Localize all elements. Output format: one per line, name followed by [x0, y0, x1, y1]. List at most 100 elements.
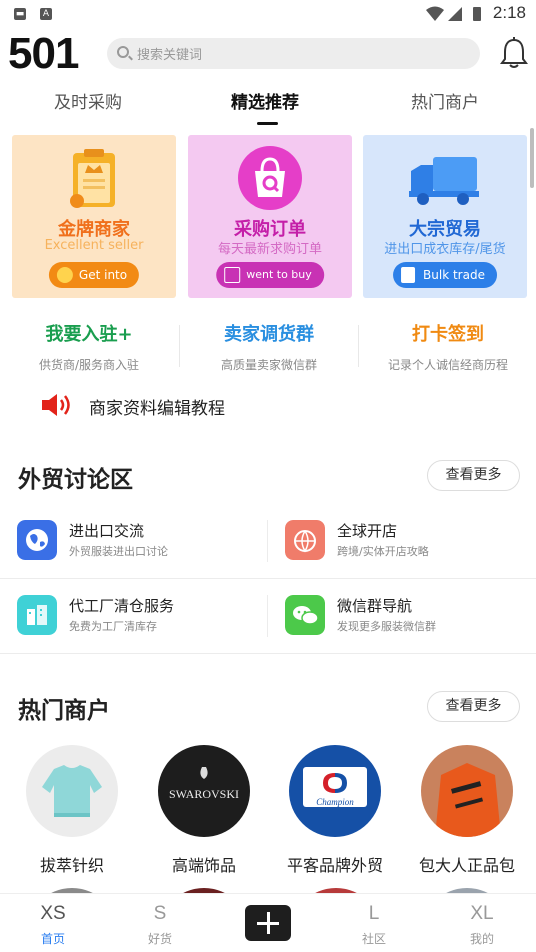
status-bar: ▬ A 2:18: [0, 0, 536, 28]
bulk-trade-button[interactable]: Bulk trade: [393, 262, 497, 288]
add-post-button[interactable]: [245, 905, 291, 941]
merchants-section-title: 热门商户: [18, 698, 110, 724]
search-icon: [117, 46, 129, 58]
banner-subtitle: 每天最新求购订单: [217, 242, 322, 257]
nav-label: 好货: [147, 932, 172, 946]
merchant-item[interactable]: 包大人正品包: [412, 745, 522, 876]
forum-more-button[interactable]: 查看更多: [427, 460, 520, 491]
merchant-avatar: [421, 745, 513, 837]
shopping-bag-icon: [238, 146, 302, 210]
tab-featured[interactable]: 精选推荐: [231, 88, 299, 113]
nav-abbr: S: [153, 903, 167, 924]
truck-icon: [409, 157, 479, 205]
notice-bar[interactable]: 商家资料编辑教程: [40, 392, 225, 419]
search-placeholder: 搜索关键词: [137, 48, 203, 63]
banner-subtitle: 进出口成衣库存/尾货: [384, 242, 506, 257]
get-into-button[interactable]: Get into: [48, 262, 140, 288]
merchant-name: 包大人正品包: [418, 856, 515, 875]
quick-title: 卖家调货群: [224, 324, 314, 345]
forum-item-subtitle: 免费为工厂清库存: [69, 620, 157, 633]
globe-icon: [17, 520, 57, 560]
app-logo: 501: [8, 29, 79, 78]
forum-item-title: 进出口交流: [69, 522, 145, 540]
forum-item-title: 代工厂清仓服务: [69, 597, 175, 615]
banner-purchase-order[interactable]: 采购订单 每天最新求购订单 went to buy: [188, 135, 352, 298]
nav-community[interactable]: L 社区: [344, 902, 404, 947]
forum-item-subtitle: 发现更多服装微信群: [337, 620, 436, 633]
merchant-item[interactable]: Champion 平客品牌外贸: [280, 745, 390, 876]
building-icon: [401, 267, 416, 283]
battery-icon: [473, 7, 481, 21]
globe-shop-icon: [285, 520, 325, 560]
nav-label: 首页: [40, 932, 65, 946]
signal-icon: [448, 7, 462, 21]
merchant-name: 平客品牌外贸: [286, 856, 383, 875]
divider: [0, 653, 536, 654]
tab-instant-purchase[interactable]: 及时采购: [54, 88, 122, 113]
font-icon: A: [40, 8, 52, 20]
nav-mine[interactable]: XL 我的: [452, 902, 512, 947]
wifi-icon: [426, 6, 444, 21]
forum-item-title: 全球开店: [337, 522, 398, 540]
check-in-link[interactable]: 打卡签到 记录个人诚信经商历程: [363, 320, 533, 373]
forum-item-title: 微信群导航: [337, 597, 413, 615]
quick-title: 打卡签到: [412, 324, 484, 345]
clipboard-crown-icon: [70, 149, 115, 208]
divider: [0, 578, 536, 579]
divider: [267, 595, 268, 637]
factory-icon: [17, 595, 57, 635]
banner-subtitle: Excellent seller: [44, 238, 144, 253]
merchant-item[interactable]: SWAROVSKI 高端饰品: [149, 745, 259, 876]
banner-gold-merchant[interactable]: 金牌商家 Excellent seller Get into: [12, 135, 176, 298]
merchant-name: 拔萃针织: [39, 856, 104, 875]
logo-text: Champion: [316, 797, 354, 807]
tab-bar: 及时采购 精选推荐 热门商户: [0, 88, 536, 122]
champion-logo: [303, 767, 367, 807]
nav-abbr: XL: [470, 903, 494, 924]
wechat-icon: [285, 595, 325, 635]
notification-icon: ▬: [14, 8, 26, 20]
tab-indicator: [257, 122, 278, 125]
quick-title: 我要入驻+: [45, 324, 133, 345]
seller-group-link[interactable]: 卖家调货群 高质量卖家微信群: [184, 320, 354, 373]
quick-subtitle: 高质量卖家微信群: [220, 358, 317, 372]
merchant-name: 高端饰品: [171, 856, 236, 875]
bell-icon[interactable]: [498, 36, 530, 70]
banner-bulk-trade[interactable]: 大宗贸易 进出口成衣库存/尾货 Bulk trade: [363, 135, 527, 298]
divider: [179, 325, 180, 367]
nav-home[interactable]: XS 首页: [23, 902, 83, 947]
merchant-avatar: [26, 745, 118, 837]
coin-icon: [56, 267, 73, 283]
forum-item-subtitle: 外贸服装进出口讨论: [69, 545, 168, 558]
button-label: went to buy: [246, 268, 312, 281]
bottom-nav: XS 首页 S 好货 L 社区 XL 我的: [0, 893, 536, 952]
merchant-item[interactable]: 拔萃针织: [17, 745, 127, 876]
divider: [358, 325, 359, 367]
button-label: Get into: [78, 268, 128, 282]
nav-abbr: L: [368, 903, 380, 924]
notice-text: 商家资料编辑教程: [89, 399, 225, 419]
forum-item-subtitle: 跨境/实体开店攻略: [337, 545, 429, 558]
cart-icon: [224, 267, 241, 283]
quick-subtitle: 记录个人诚信经商历程: [387, 358, 508, 372]
jacket-image: [435, 763, 501, 837]
nav-goods[interactable]: S 好货: [130, 902, 190, 947]
status-icons: [426, 6, 481, 21]
button-label: Bulk trade: [423, 268, 485, 282]
nav-abbr: XS: [40, 903, 66, 924]
search-input[interactable]: 搜索关键词: [107, 38, 480, 69]
merchant-avatar: Champion: [289, 745, 381, 837]
went-to-buy-button[interactable]: went to buy: [216, 262, 324, 288]
join-link[interactable]: 我要入驻+ 供货商/服务商入驻: [4, 320, 174, 373]
scrollbar[interactable]: [530, 128, 534, 188]
nav-label: 我的: [469, 932, 494, 946]
merchant-avatar: SWAROVSKI: [158, 745, 250, 837]
merchants-more-button[interactable]: 查看更多: [427, 691, 520, 722]
forum-section-title: 外贸讨论区: [18, 467, 133, 493]
status-time: 2:18: [492, 3, 526, 22]
quick-subtitle: 供货商/服务商入驻: [38, 358, 140, 372]
divider: [267, 520, 268, 562]
nav-label: 社区: [361, 932, 386, 946]
tab-hot-merchants[interactable]: 热门商户: [411, 88, 479, 113]
sweater-image: [42, 765, 102, 817]
